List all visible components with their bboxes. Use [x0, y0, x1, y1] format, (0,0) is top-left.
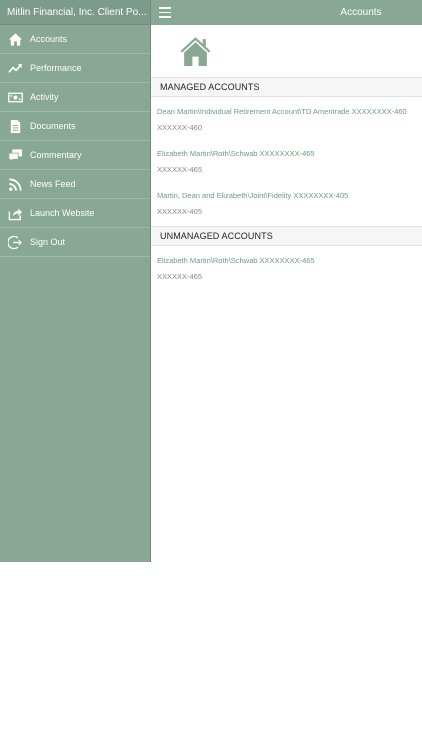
account-number: XXXXXX-405 — [157, 207, 203, 216]
document-icon — [0, 119, 30, 134]
home-banner — [151, 25, 422, 77]
sidebar-item-activity[interactable]: Activity — [0, 83, 150, 112]
account-name: Dean Martin\Individual Retirement Accoun… — [157, 107, 407, 116]
home-icon — [180, 37, 211, 66]
unmanaged-accounts-header: UNMANAGED ACCOUNTS — [151, 226, 422, 246]
menu-icon[interactable] — [159, 7, 171, 18]
sidebar-item-performance[interactable]: Performance — [0, 54, 150, 83]
sign-out-icon — [0, 235, 30, 250]
sidebar-item-documents[interactable]: Documents — [0, 112, 150, 141]
app-title: Mitlin Financial, Inc. Client Po... — [0, 0, 150, 25]
account-row[interactable]: Elizabeth Martin\Roth\Schwab XXXXXXXX-46… — [151, 139, 422, 181]
sidebar-item-launch-website[interactable]: Launch Website — [0, 199, 150, 228]
chat-icon — [0, 148, 30, 163]
home-icon — [0, 32, 30, 47]
account-number: XXXXXX-465 — [157, 165, 203, 174]
sidebar-item-label: Accounts — [30, 34, 68, 44]
account-row[interactable]: Dean Martin\Individual Retirement Accoun… — [151, 97, 422, 139]
main-panel: Accounts MANAGED ACCOUNTS Dean Martin\In… — [151, 0, 422, 562]
sidebar-item-label: Commentary — [30, 150, 82, 160]
account-name: Elizabeth Martin\Roth\Schwab XXXXXXXX-46… — [157, 149, 315, 158]
sidebar-item-label: News Feed — [30, 179, 76, 189]
sidebar-item-news-feed[interactable]: News Feed — [0, 170, 150, 199]
sidebar-item-label: Launch Website — [30, 208, 95, 218]
sidebar: Mitlin Financial, Inc. Client Po... Acco… — [0, 0, 151, 562]
share-icon — [0, 206, 30, 221]
sidebar-item-sign-out[interactable]: Sign Out — [0, 228, 150, 257]
account-number: XXXXXX-460 — [157, 123, 203, 132]
sidebar-item-label: Documents — [30, 121, 76, 131]
account-name: Elizabeth Martin\Roth\Schwab XXXXXXXX-46… — [157, 256, 315, 265]
top-bar: Accounts — [151, 0, 422, 25]
account-number: XXXXXX-465 — [157, 272, 203, 281]
sidebar-item-label: Sign Out — [30, 237, 66, 247]
managed-accounts-header: MANAGED ACCOUNTS — [151, 77, 422, 97]
sidebar-item-label: Activity — [30, 92, 59, 102]
rss-icon — [0, 177, 30, 192]
account-name: Martin, Dean and Elizabeth\Joint\Fidelit… — [157, 191, 349, 200]
sidebar-item-commentary[interactable]: Commentary — [0, 141, 150, 170]
account-row[interactable]: Martin, Dean and Elizabeth\Joint\Fidelit… — [151, 181, 422, 226]
page-title: Accounts — [340, 7, 382, 18]
account-row[interactable]: Elizabeth Martin\Roth\Schwab XXXXXXXX-46… — [151, 246, 422, 288]
trend-up-icon — [0, 61, 30, 76]
sidebar-item-accounts[interactable]: Accounts — [0, 25, 150, 54]
money-icon — [0, 90, 30, 105]
sidebar-item-label: Performance — [30, 63, 82, 73]
